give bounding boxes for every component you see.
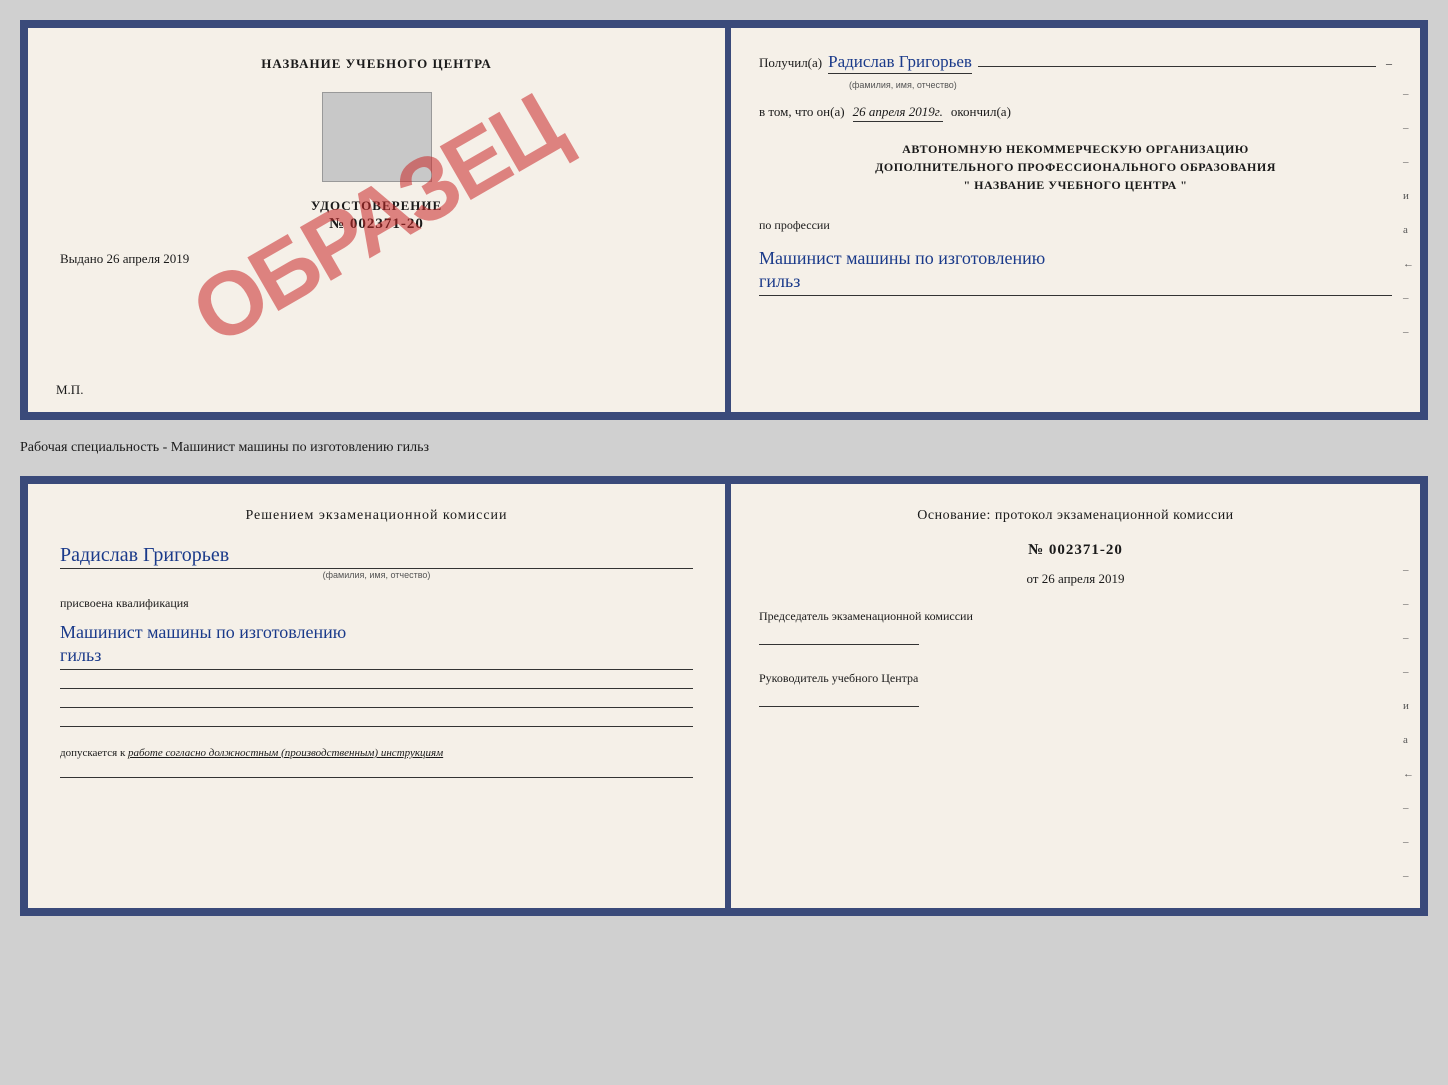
top-right-panel: Получил(а) Радислав Григорьев – (фамилия… bbox=[731, 28, 1420, 412]
допуск-block: допускается к работе согласно должностны… bbox=[60, 747, 693, 759]
chairman-title: Председатель экзаменационной комиссии bbox=[759, 607, 1392, 626]
chairman-sig-line bbox=[759, 644, 919, 645]
blank-line-3 bbox=[60, 726, 693, 727]
side-marks-top: – – – и а ← – – bbox=[1403, 88, 1414, 338]
decision-header: Решением экзаменационной комиссии bbox=[60, 508, 693, 524]
fio-sublabel-top: (фамилия, имя, отчество) bbox=[849, 80, 1392, 90]
cert-block: УДОСТОВЕРЕНИЕ № 002371-20 bbox=[311, 198, 442, 233]
date-line: в том, что он(а) 26 апреля 2019г. окончи… bbox=[759, 104, 1392, 122]
bottom-left-panel: Решением экзаменационной комиссии Радисл… bbox=[28, 484, 725, 908]
top-school-name: НАЗВАНИЕ УЧЕБНОГО ЦЕНТРА bbox=[261, 56, 492, 72]
specialty-subtitle: Рабочая специальность - Машинист машины … bbox=[20, 438, 1428, 458]
side-marks-bottom: – – – – и а ← – – – bbox=[1403, 564, 1414, 882]
director-title: Руководитель учебного Центра bbox=[759, 669, 1392, 688]
org-block: АВТОНОМНУЮ НЕКОММЕРЧЕСКУЮ ОРГАНИЗАЦИЮ ДО… bbox=[759, 140, 1392, 194]
mp-label: М.П. bbox=[56, 382, 83, 398]
osnov-header: Основание: протокол экзаменационной коми… bbox=[759, 508, 1392, 524]
blank-line-2 bbox=[60, 707, 693, 708]
issued-date: Выдано 26 апреля 2019 bbox=[60, 251, 189, 267]
bottom-right-panel: Основание: протокол экзаменационной коми… bbox=[731, 484, 1420, 908]
received-label: Получил(а) bbox=[759, 55, 822, 71]
blank-line-4 bbox=[60, 777, 693, 778]
dash-after-name bbox=[978, 66, 1376, 67]
completion-date: 26 апреля 2019г. bbox=[853, 104, 943, 122]
chairman-block: Председатель экзаменационной комиссии bbox=[759, 607, 1392, 645]
допуск-italic: работе согласно должностным (производств… bbox=[128, 747, 443, 759]
photo-placeholder bbox=[322, 92, 432, 182]
profession-label: по профессии bbox=[759, 218, 1392, 233]
bottom-person-name: Радислав Григорьев bbox=[60, 544, 693, 569]
fio-sublabel-bottom: (фамилия, имя, отчество) bbox=[60, 570, 693, 580]
qual-label: присвоена квалификация bbox=[60, 596, 693, 611]
profession-value: Машинист машины по изготовлению гильз bbox=[759, 247, 1392, 296]
protocol-number: № 002371-20 bbox=[759, 542, 1392, 559]
director-sig-line bbox=[759, 706, 919, 707]
director-block: Руководитель учебного Центра bbox=[759, 669, 1392, 707]
recipient-line: Получил(а) Радислав Григорьев – bbox=[759, 52, 1392, 74]
top-document: НАЗВАНИЕ УЧЕБНОГО ЦЕНТРА УДОСТОВЕРЕНИЕ №… bbox=[20, 20, 1428, 420]
cert-title: УДОСТОВЕРЕНИЕ bbox=[311, 198, 442, 214]
cert-number: № 002371-20 bbox=[311, 216, 442, 233]
bottom-document: Решением экзаменационной комиссии Радисл… bbox=[20, 476, 1428, 916]
protocol-date: от 26 апреля 2019 bbox=[759, 571, 1392, 587]
recipient-name: Радислав Григорьев bbox=[828, 52, 972, 74]
qual-value: Машинист машины по изготовлению гильз bbox=[60, 621, 693, 670]
blank-line-1 bbox=[60, 688, 693, 689]
page-wrapper: НАЗВАНИЕ УЧЕБНОГО ЦЕНТРА УДОСТОВЕРЕНИЕ №… bbox=[20, 20, 1428, 916]
top-left-panel: НАЗВАНИЕ УЧЕБНОГО ЦЕНТРА УДОСТОВЕРЕНИЕ №… bbox=[28, 28, 725, 412]
